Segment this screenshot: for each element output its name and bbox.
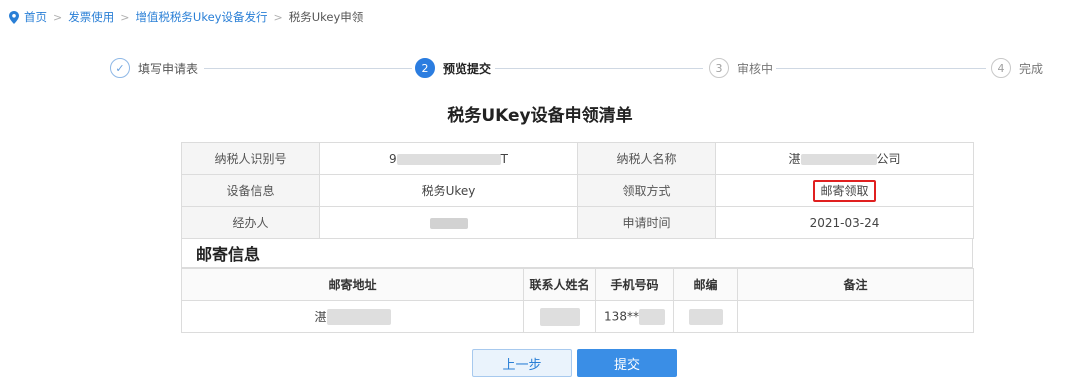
breadcrumb: 首页 > 发票使用 > 增值税税务Ukey设备发行 > 税务Ukey申领 <box>9 9 363 25</box>
redacted-block <box>688 308 723 325</box>
pickup-method-label: 领取方式 <box>577 174 716 207</box>
taxpayer-name-suffix: 公司 <box>876 152 901 166</box>
redacted-block <box>429 217 468 229</box>
step-fill-form: ✓ 填写申请表 <box>110 58 198 78</box>
step-review: 3 审核中 <box>709 58 773 78</box>
breadcrumb-ukey-issue[interactable]: 增值税税务Ukey设备发行 <box>135 9 267 25</box>
postcode-value <box>673 300 738 333</box>
remark-value <box>737 300 974 333</box>
column-header-remark: 备注 <box>737 268 974 301</box>
step-number: 2 <box>415 58 435 78</box>
apply-time-label: 申请时间 <box>577 206 716 239</box>
step-preview-submit: 2 预览提交 <box>415 58 491 78</box>
step-complete: 4 完成 <box>991 58 1043 78</box>
step-connector <box>495 68 703 69</box>
breadcrumb-invoice-use[interactable]: 发票使用 <box>68 9 114 25</box>
redacted-block <box>539 307 580 326</box>
submit-button[interactable]: 提交 <box>577 349 677 377</box>
column-header-contact: 联系人姓名 <box>523 268 596 301</box>
step-connector <box>204 68 412 69</box>
check-icon: ✓ <box>110 58 130 78</box>
step-label: 预览提交 <box>443 61 492 76</box>
page-title: 税务UKey设备申领清单 <box>447 106 633 126</box>
taxpayer-id-prefix: 9 <box>389 151 397 166</box>
apply-time-value: 2021-03-24 <box>715 206 974 239</box>
location-pin-icon <box>9 10 19 24</box>
breadcrumb-home[interactable]: 首页 <box>24 9 47 25</box>
column-header-postcode: 邮编 <box>673 268 738 301</box>
device-info-label: 设备信息 <box>181 174 320 207</box>
breadcrumb-current: 税务Ukey申领 <box>288 10 364 24</box>
breadcrumb-separator: > <box>273 10 283 24</box>
column-header-phone: 手机号码 <box>595 268 674 301</box>
handler-value <box>319 206 578 239</box>
application-info-table: 纳税人识别号 9T 纳税人名称 湛公司 设备信息 税务Ukey 领取方式 邮寄领… <box>181 142 974 239</box>
step-label: 填写申请表 <box>138 61 199 76</box>
taxpayer-id-suffix: T <box>500 151 508 166</box>
taxpayer-name-value: 湛 公司 <box>715 142 974 175</box>
device-info-value: 税务Ukey <box>319 174 578 207</box>
step-label: 审核中 <box>737 61 774 76</box>
step-label: 完成 <box>1019 61 1044 76</box>
step-connector <box>776 68 986 69</box>
previous-step-button[interactable]: 上一步 <box>472 349 572 377</box>
table-row: 湛 138** <box>181 300 974 333</box>
address-prefix: 湛 <box>314 309 327 324</box>
phone-value: 138** <box>595 300 674 333</box>
table-row: 纳税人识别号 9T 纳税人名称 湛公司 <box>181 142 974 175</box>
mailing-info-table: 邮寄地址 联系人姓名 手机号码 邮编 备注 湛 138** <box>181 268 974 333</box>
step-number: 3 <box>709 58 729 78</box>
redacted-block <box>638 308 665 325</box>
phone-prefix: 138** <box>604 309 639 323</box>
table-row: 经办人 申请时间 2021-03-24 <box>181 206 974 239</box>
redacted-block <box>326 309 391 326</box>
step-number: 4 <box>991 58 1011 78</box>
column-header-address: 邮寄地址 <box>181 268 524 301</box>
mailing-info-heading: 邮寄信息 <box>181 238 973 268</box>
table-header-row: 邮寄地址 联系人姓名 手机号码 邮编 备注 <box>181 268 974 301</box>
pickup-method-value: 邮寄领取 <box>813 179 876 202</box>
taxpayer-name-prefix: 湛 <box>788 152 801 166</box>
taxpayer-id-label: 纳税人识别号 <box>181 142 320 175</box>
breadcrumb-separator: > <box>53 10 63 24</box>
redacted-block <box>800 154 877 165</box>
taxpayer-name-label: 纳税人名称 <box>577 142 716 175</box>
pickup-method-cell: 邮寄领取 <box>715 174 974 207</box>
handler-label: 经办人 <box>181 206 320 239</box>
address-value: 湛 <box>181 300 524 333</box>
contact-value <box>523 300 596 333</box>
taxpayer-id-value: 9T <box>319 142 578 175</box>
breadcrumb-separator: > <box>120 10 130 24</box>
table-row: 设备信息 税务Ukey 领取方式 邮寄领取 <box>181 174 974 207</box>
redacted-block <box>396 153 501 165</box>
